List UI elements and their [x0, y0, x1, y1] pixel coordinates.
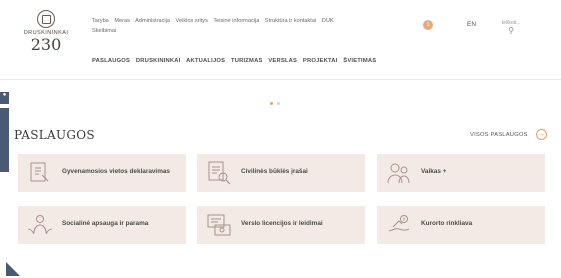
license-icon: [207, 214, 231, 236]
accessibility-tab[interactable]: ●: [0, 92, 9, 104]
language-switch[interactable]: EN: [467, 21, 476, 28]
service-card-social[interactable]: Socialinė apsauga ir parama: [18, 206, 186, 244]
service-card-label: Civilinės būklės įrašai: [241, 168, 308, 175]
service-card-declaration[interactable]: Gyvenamosios vietos deklaravimas: [18, 154, 186, 192]
search-icon[interactable]: ⚲: [495, 27, 527, 35]
carousel-dot-active[interactable]: [270, 102, 273, 105]
document-search-icon: [208, 161, 231, 185]
logo-year: 230: [30, 35, 62, 54]
top-link-taryba[interactable]: Taryba: [92, 18, 109, 24]
coat-of-arms-icon: [37, 10, 55, 28]
service-card-label: Gyvenamosios vietos deklaravimas: [62, 168, 170, 175]
service-card-label: Kurorto rinkliava: [421, 220, 473, 227]
nav-item-aktualijos[interactable]: AKTUALIJOS: [186, 58, 225, 64]
nav-item-turizmas[interactable]: TURIZMAS: [231, 58, 263, 64]
nav-item-druskininkai[interactable]: DRUSKININKAI: [136, 58, 181, 64]
carousel-dots: [270, 92, 284, 110]
nav-item-svietimas[interactable]: ŠVIETIMAS: [343, 58, 376, 64]
top-links: Taryba Meras Administracija Veiklos srit…: [92, 16, 402, 36]
site-logo[interactable]: DRUSKININKAI 230: [8, 10, 84, 68]
site-header: DRUSKININKAI 230 Taryba Meras Administra…: [0, 0, 561, 80]
service-card-resort-fee[interactable]: Kurorto rinkliava: [377, 206, 545, 244]
corner-decoration: [6, 262, 20, 276]
side-toolbar[interactable]: [0, 108, 9, 172]
top-link-skelbimai[interactable]: Skelbimai: [92, 28, 116, 34]
service-card-label: Verslo licencijos ir leidimai: [241, 220, 323, 227]
notification-badge[interactable]: 1: [423, 20, 433, 30]
main-nav: PASLAUGOS DRUSKININKAI AKTUALIJOS TURIZM…: [92, 58, 380, 64]
carousel-dot[interactable]: [277, 102, 280, 105]
top-link-meras[interactable]: Meras: [114, 18, 130, 24]
family-icon: [387, 163, 410, 184]
top-link-struktura[interactable]: Struktūra ir kontaktai: [265, 18, 316, 24]
top-link-teisine-informacija[interactable]: Teisinė informacija: [213, 18, 259, 24]
nav-item-verslas[interactable]: VERSLAS: [268, 58, 297, 64]
nav-item-paslaugos[interactable]: PASLAUGOS: [92, 58, 130, 64]
service-card-child[interactable]: Vaikas +: [377, 154, 545, 192]
nav-item-projektai[interactable]: PROJEKTAI: [303, 58, 338, 64]
declaration-icon: [30, 162, 49, 182]
service-card-label: Socialinė apsauga ir parama: [62, 220, 149, 227]
search-box[interactable]: Ieškoti... ⚲: [495, 20, 527, 35]
service-card-civil-records[interactable]: Civilinės būklės įrašai: [197, 154, 365, 192]
service-card-licenses[interactable]: Verslo licencijos ir leidimai: [197, 206, 365, 244]
arrow-right-icon[interactable]: →: [536, 129, 547, 140]
top-link-veiklos-sritys[interactable]: Veiklos sritys: [176, 18, 208, 24]
social-support-icon: [27, 215, 53, 235]
section-title: PASLAUGOS: [14, 128, 95, 142]
top-link-administracija[interactable]: Administracija: [135, 18, 170, 24]
resort-fee-icon: [388, 215, 410, 232]
service-card-label: Vaikas +: [421, 168, 447, 175]
top-link-duk[interactable]: DUK: [322, 18, 334, 24]
all-services-link[interactable]: VISOS PASLAUGOS: [470, 132, 528, 138]
